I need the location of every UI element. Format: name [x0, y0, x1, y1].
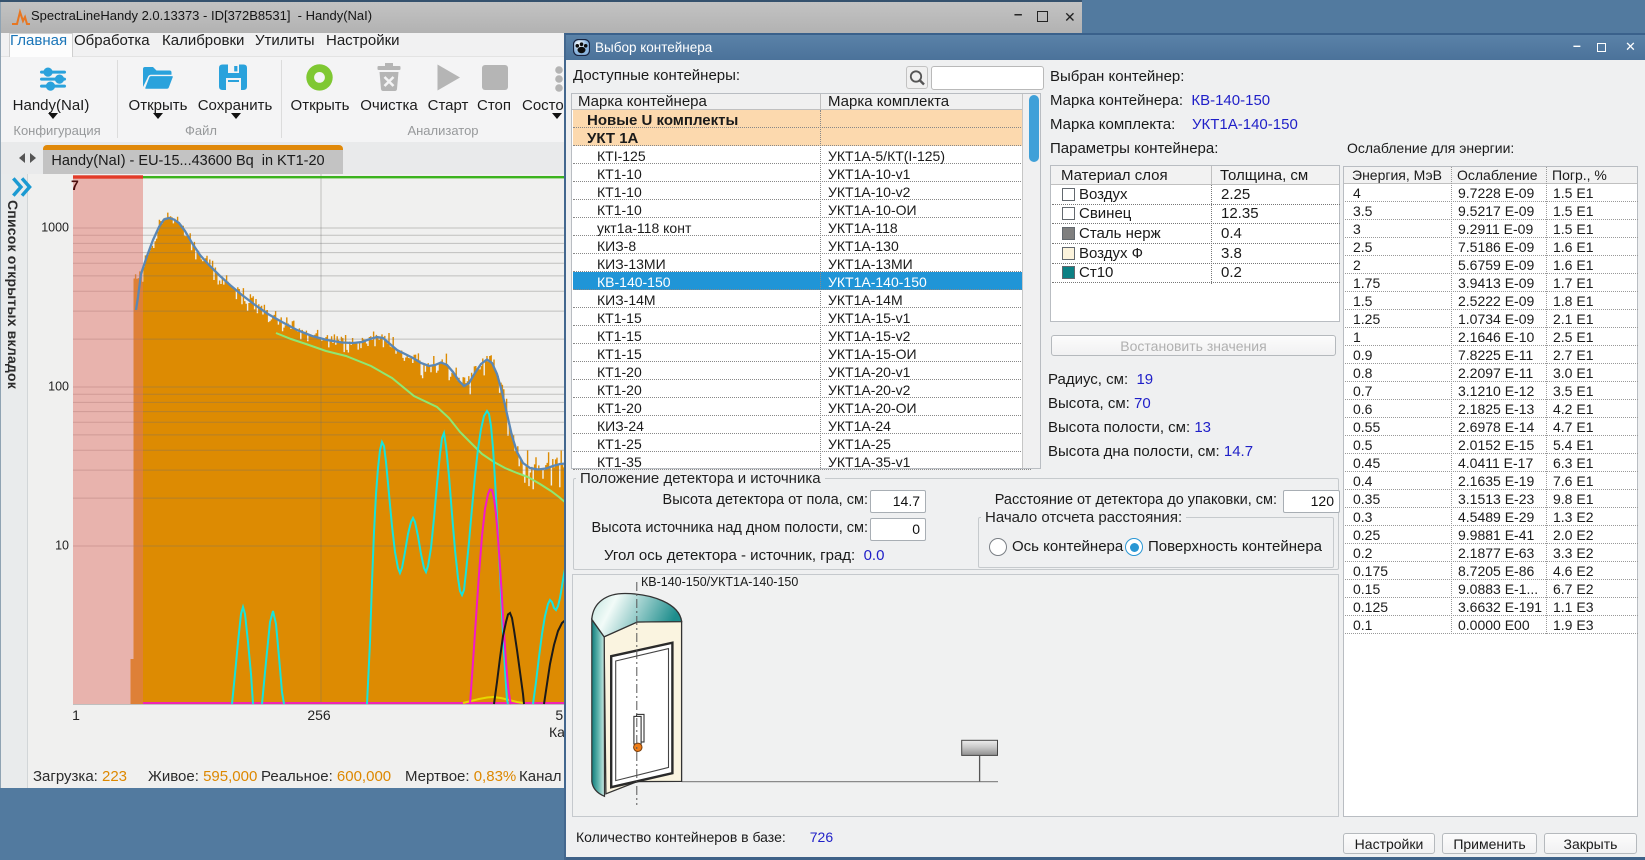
svg-text:100: 100 [48, 380, 69, 394]
svg-text:10: 10 [55, 539, 69, 553]
svg-text:256: 256 [307, 707, 331, 723]
svg-text:1: 1 [72, 707, 80, 723]
svg-text:7: 7 [71, 177, 79, 193]
svg-text:1000: 1000 [41, 221, 69, 235]
